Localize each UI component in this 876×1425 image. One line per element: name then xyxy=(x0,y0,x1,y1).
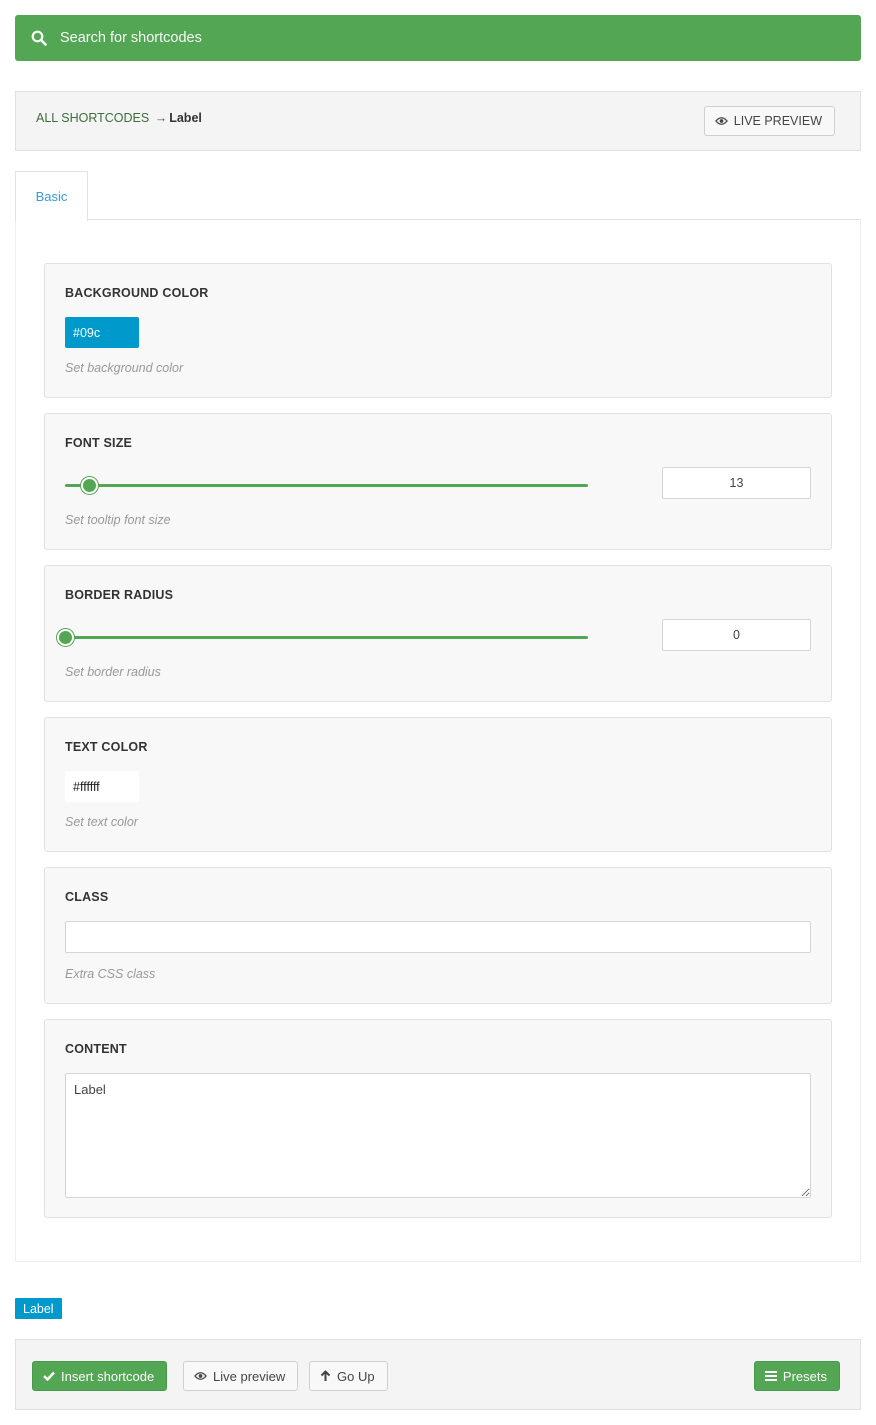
breadcrumb-root-link[interactable]: ALL SHORTCODES xyxy=(36,111,149,125)
field-class: CLASS Extra CSS class xyxy=(44,867,832,1004)
field-content: CONTENT Label xyxy=(44,1019,832,1218)
field-title: CONTENT xyxy=(65,1042,127,1056)
go-up-label: Go Up xyxy=(337,1368,375,1384)
presets-button[interactable]: Presets xyxy=(753,1361,840,1391)
field-title: BORDER RADIUS xyxy=(65,588,174,602)
search-icon xyxy=(31,30,47,46)
border-radius-slider-track[interactable] xyxy=(57,629,588,646)
presets-label: Presets xyxy=(782,1368,827,1384)
live-preview-footer-button[interactable]: Live preview xyxy=(183,1361,299,1391)
field-title: FONT SIZE xyxy=(65,436,133,450)
shortcode-header: ALL SHORTCODES → Label LIVE PREVIEW xyxy=(15,91,861,151)
preview-label: Label xyxy=(15,1298,62,1319)
search-input[interactable] xyxy=(60,30,760,46)
list-icon xyxy=(764,1371,777,1381)
tab-basic-label: Basic xyxy=(35,189,68,204)
background-color-picker[interactable]: #09c xyxy=(65,317,139,348)
live-preview-label: LIVE PREVIEW xyxy=(733,114,822,128)
field-border-radius: BORDER RADIUS Set border radius xyxy=(44,565,832,702)
live-preview-footer-label: Live preview xyxy=(213,1368,286,1384)
insert-shortcode-button[interactable]: Insert shortcode xyxy=(32,1361,168,1391)
content-textarea[interactable]: Label xyxy=(65,1073,811,1198)
font-size-slider-handle[interactable] xyxy=(81,477,98,494)
field-font-size: FONT SIZE Set tooltip font size xyxy=(44,413,832,550)
field-title: BACKGROUND COLOR xyxy=(65,286,209,300)
breadcrumb: ALL SHORTCODES → Label xyxy=(36,111,202,125)
field-text-color: TEXT COLOR #ffffff Set text color xyxy=(44,717,832,852)
field-background-color: BACKGROUND COLOR #09c Set background col… xyxy=(44,263,832,398)
breadcrumb-arrow: → xyxy=(154,111,168,125)
footer-toolbar: Insert shortcode Live preview Go Up Pres… xyxy=(15,1339,861,1410)
font-size-slider-track[interactable] xyxy=(65,477,588,494)
field-description: Set text color xyxy=(65,815,138,829)
breadcrumb-current: Label xyxy=(169,111,202,125)
font-size-input[interactable] xyxy=(662,467,811,499)
check-icon xyxy=(43,1371,55,1381)
search-bar[interactable] xyxy=(15,15,861,61)
border-radius-input[interactable] xyxy=(662,619,811,651)
eye-icon xyxy=(714,117,728,125)
field-title: CLASS xyxy=(65,890,109,904)
text-color-picker[interactable]: #ffffff xyxy=(65,771,139,802)
field-title: TEXT COLOR xyxy=(65,740,148,754)
live-preview-button[interactable]: LIVE PREVIEW xyxy=(703,106,835,136)
eye-icon xyxy=(194,1372,207,1380)
field-description: Set border radius xyxy=(65,665,161,679)
go-up-button[interactable]: Go Up xyxy=(309,1361,388,1391)
insert-shortcode-label: Insert shortcode xyxy=(61,1368,155,1384)
arrow-up-icon xyxy=(320,1370,331,1381)
field-description: Extra CSS class xyxy=(65,967,156,981)
field-description: Set background color xyxy=(65,361,184,375)
border-radius-slider-handle[interactable] xyxy=(57,629,74,646)
field-description: Set tooltip font size xyxy=(65,513,171,527)
tab-basic[interactable]: Basic xyxy=(15,171,88,221)
class-input[interactable] xyxy=(65,921,811,953)
